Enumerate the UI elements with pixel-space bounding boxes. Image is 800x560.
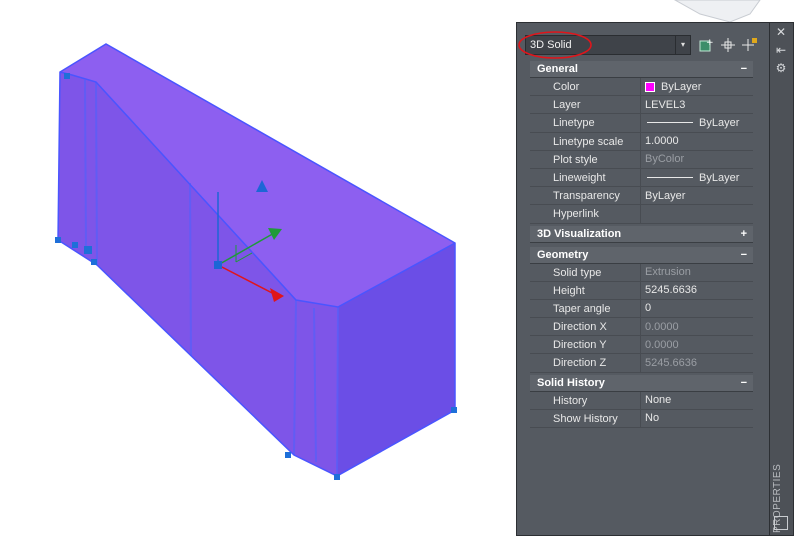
- prop-label: Plot style: [530, 150, 641, 169]
- prop-row-layer[interactable]: Layer LEVEL3: [530, 96, 753, 115]
- prop-label: Direction X: [530, 318, 641, 337]
- prop-value: [641, 205, 753, 224]
- prop-value: ByLayer: [661, 80, 702, 93]
- property-grid: General − Color ByLayer Layer LEVEL3 Linet…: [530, 61, 753, 428]
- autohide-icon[interactable]: ⇤: [774, 43, 788, 57]
- prop-row-hyperlink[interactable]: Hyperlink: [530, 205, 753, 224]
- settings-icon[interactable]: ⚙: [774, 61, 788, 75]
- prop-row-color[interactable]: Color ByLayer: [530, 78, 753, 97]
- prop-label: Hyperlink: [530, 205, 641, 224]
- section-title: Solid History: [537, 376, 605, 389]
- prop-value: ByLayer: [699, 116, 740, 129]
- prop-value: ByLayer: [699, 171, 740, 184]
- prop-label: Layer: [530, 96, 641, 115]
- prop-row-history[interactable]: History None: [530, 391, 753, 410]
- collapse-icon[interactable]: −: [741, 247, 747, 264]
- section-title: General: [537, 63, 578, 75]
- prop-label: Height: [530, 281, 641, 300]
- prop-row-plot-style[interactable]: Plot style ByColor: [530, 150, 753, 169]
- color-swatch: [645, 81, 655, 92]
- section-solid-history[interactable]: Solid History −: [530, 374, 753, 392]
- prop-label: Show History: [530, 409, 641, 428]
- prop-row-direction-x[interactable]: Direction X 0.0000: [530, 318, 753, 337]
- prop-label: Direction Y: [530, 336, 641, 355]
- prop-row-taper-angle[interactable]: Taper angle 0: [530, 299, 753, 319]
- prop-value: 0: [641, 300, 753, 319]
- selector-highlight-ellipse: [518, 31, 592, 59]
- prop-row-transparency[interactable]: Transparency ByLayer: [530, 187, 753, 206]
- prop-label: Linetype: [530, 114, 641, 133]
- prop-value: ByColor: [641, 151, 753, 169]
- prop-row-linetype[interactable]: Linetype ByLayer: [530, 114, 753, 133]
- prop-label: Direction Z: [530, 354, 641, 373]
- collapse-icon[interactable]: −: [741, 375, 747, 392]
- lineweight-preview: [647, 177, 693, 179]
- palette-title-strip[interactable]: ✕ ⇤ ⚙ PROPERTIES: [770, 22, 794, 536]
- prop-row-direction-z[interactable]: Direction Z 5245.6636: [530, 354, 753, 373]
- section-geometry[interactable]: Geometry −: [530, 246, 753, 264]
- prop-value: No: [641, 410, 753, 428]
- prop-row-show-history[interactable]: Show History No: [530, 409, 753, 428]
- select-objects-icon[interactable]: [719, 36, 737, 54]
- palette-pin-icon[interactable]: [774, 516, 788, 530]
- prop-row-lineweight[interactable]: Lineweight ByLayer: [530, 168, 753, 188]
- collapse-icon[interactable]: −: [741, 61, 747, 78]
- prop-row-height[interactable]: Height 5245.6636: [530, 281, 753, 300]
- prop-label: Lineweight: [530, 168, 641, 188]
- prop-value: 5245.6636: [641, 354, 753, 373]
- linetype-preview: [647, 122, 693, 124]
- prop-value: 1.0000: [641, 133, 753, 151]
- close-icon[interactable]: ✕: [774, 25, 788, 39]
- prop-row-direction-y[interactable]: Direction Y 0.0000: [530, 336, 753, 355]
- section-general[interactable]: General −: [530, 61, 753, 78]
- section-title: 3D Visualization: [537, 227, 622, 240]
- svg-text:+: +: [706, 38, 714, 48]
- prop-value: 0.0000: [641, 336, 753, 355]
- prop-value: LEVEL3: [641, 96, 753, 115]
- prop-label: Transparency: [530, 187, 641, 206]
- prop-value: ByLayer: [641, 187, 753, 206]
- toggle-pickadd-icon[interactable]: +: [697, 36, 715, 54]
- section-3d-visualization[interactable]: 3D Visualization +: [530, 225, 753, 243]
- prop-label: Linetype scale: [530, 132, 641, 151]
- prop-row-linetype-scale[interactable]: Linetype scale 1.0000: [530, 132, 753, 151]
- prop-label: History: [530, 391, 641, 410]
- chevron-down-icon[interactable]: ▾: [675, 36, 690, 54]
- quick-select-icon[interactable]: [741, 36, 759, 54]
- prop-value: 5245.6636: [641, 282, 753, 300]
- prop-label: Solid type: [530, 263, 641, 282]
- prop-value: 0.0000: [641, 318, 753, 337]
- viewcube[interactable]: [673, 0, 761, 23]
- prop-value: Extrusion: [641, 264, 753, 282]
- section-title: Geometry: [537, 248, 589, 261]
- prop-value: None: [641, 392, 753, 410]
- prop-row-solid-type[interactable]: Solid type Extrusion: [530, 263, 753, 282]
- expand-icon[interactable]: +: [741, 226, 747, 243]
- prop-label: Color: [530, 78, 641, 97]
- prop-label: Taper angle: [530, 299, 641, 319]
